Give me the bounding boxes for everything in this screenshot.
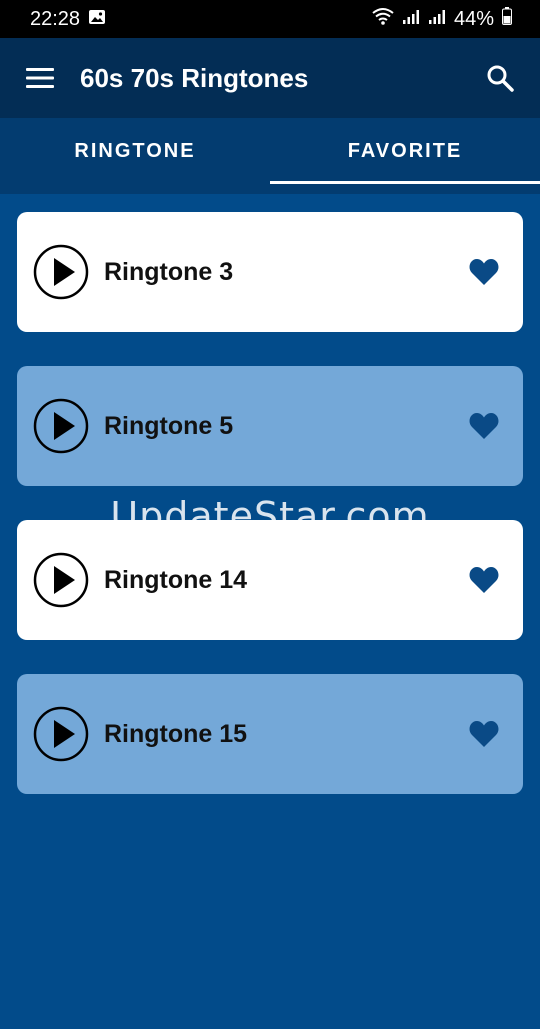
list-item[interactable]: Ringtone 5	[17, 366, 523, 486]
tab-bar: RINGTONE FAVORITE	[0, 118, 540, 194]
status-time: 22:28	[30, 7, 81, 30]
heart-icon	[469, 567, 499, 593]
signal-icon	[402, 8, 420, 31]
play-icon[interactable]	[33, 244, 89, 300]
wifi-icon	[372, 7, 394, 31]
heart-icon	[469, 721, 499, 747]
status-right: 44%	[372, 7, 512, 31]
signal-icon	[428, 8, 446, 31]
heart-icon	[469, 413, 499, 439]
tab-favorite[interactable]: FAVORITE	[270, 118, 540, 194]
ringtone-title: Ringtone 5	[104, 411, 234, 440]
status-left: 22:28	[30, 8, 106, 31]
menu-button[interactable]	[24, 62, 56, 94]
favorite-button[interactable]	[467, 563, 501, 597]
list-item[interactable]: Ringtone 15	[17, 674, 523, 794]
favorite-button[interactable]	[467, 409, 501, 443]
ringtone-title: Ringtone 3	[104, 257, 234, 286]
menu-icon	[26, 68, 54, 88]
heart-icon	[469, 259, 499, 285]
app-bar: 60s 70s Ringtones	[0, 38, 540, 118]
status-bar: 22:28 44%	[0, 0, 540, 38]
image-icon	[88, 8, 106, 31]
search-button[interactable]	[482, 60, 518, 96]
play-icon[interactable]	[33, 398, 89, 454]
tab-ringtone[interactable]: RINGTONE	[0, 118, 270, 194]
ringtone-list: Ringtone 3 Ringtone 5 Ringtone 14 Ringto…	[17, 212, 523, 828]
favorite-button[interactable]	[467, 255, 501, 289]
play-icon[interactable]	[33, 706, 89, 762]
list-item[interactable]: Ringtone 3	[17, 212, 523, 332]
battery-percent: 44%	[453, 7, 494, 30]
battery-icon	[502, 7, 512, 31]
app-title: 60s 70s Ringtones	[80, 62, 309, 93]
play-icon[interactable]	[33, 552, 89, 608]
ringtone-title: Ringtone 15	[104, 719, 248, 748]
favorite-button[interactable]	[467, 717, 501, 751]
search-icon	[487, 65, 514, 92]
ringtone-title: Ringtone 14	[104, 565, 248, 594]
list-item[interactable]: Ringtone 14	[17, 520, 523, 640]
